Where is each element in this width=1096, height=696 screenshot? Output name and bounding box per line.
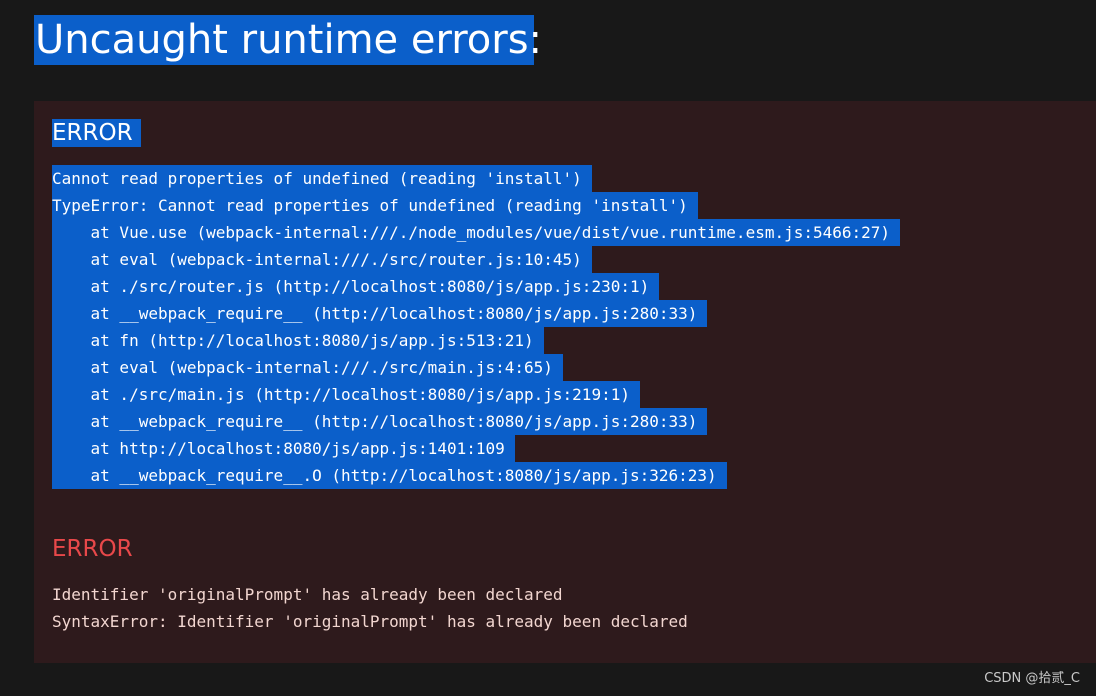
error-heading: ERROR (52, 536, 133, 562)
stack-frame-line: at Vue.use (webpack-internal:///./node_m… (52, 219, 901, 246)
stack-frame-line: at eval (webpack-internal:///./src/main.… (52, 354, 900, 381)
stack-frame-line: at eval (webpack-internal:///./src/route… (52, 246, 900, 273)
stack-frame-line: at __webpack_require__ (http://localhost… (52, 408, 900, 435)
stack-frame-line: at ./src/router.js (http://localhost:808… (52, 273, 900, 300)
error-stack-trace: Cannot read properties of undefined (rea… (52, 165, 901, 489)
error-stack-trace: Identifier 'originalPrompt' has already … (52, 581, 698, 635)
error-message-line: Cannot read properties of undefined (rea… (52, 165, 900, 192)
stack-frame-line: at ./src/main.js (http://localhost:8080/… (52, 381, 900, 408)
stack-frame-line: at fn (http://localhost:8080/js/app.js:5… (52, 327, 900, 354)
error-heading: ERROR (52, 119, 141, 147)
stack-frame-line: at http://localhost:8080/js/app.js:1401:… (52, 435, 900, 462)
error-message-line: Identifier 'originalPrompt' has already … (52, 585, 563, 604)
page-title: Uncaught runtime errors: (34, 15, 543, 65)
error-entry-2: ERROR Identifier 'originalPrompt' has al… (52, 535, 698, 635)
stack-frame-line: at __webpack_require__ (http://localhost… (52, 300, 900, 327)
error-type-line: TypeError: Cannot read properties of und… (52, 192, 900, 219)
watermark: CSDN @拾贰_C (984, 671, 1080, 686)
error-entry-1: ERROR Cannot read properties of undefine… (52, 119, 901, 489)
error-overlay-panel: ERROR Cannot read properties of undefine… (34, 101, 1096, 663)
stack-frame-line: at __webpack_require__.O (http://localho… (52, 462, 900, 489)
error-type-line: SyntaxError: Identifier 'originalPrompt'… (52, 612, 688, 631)
